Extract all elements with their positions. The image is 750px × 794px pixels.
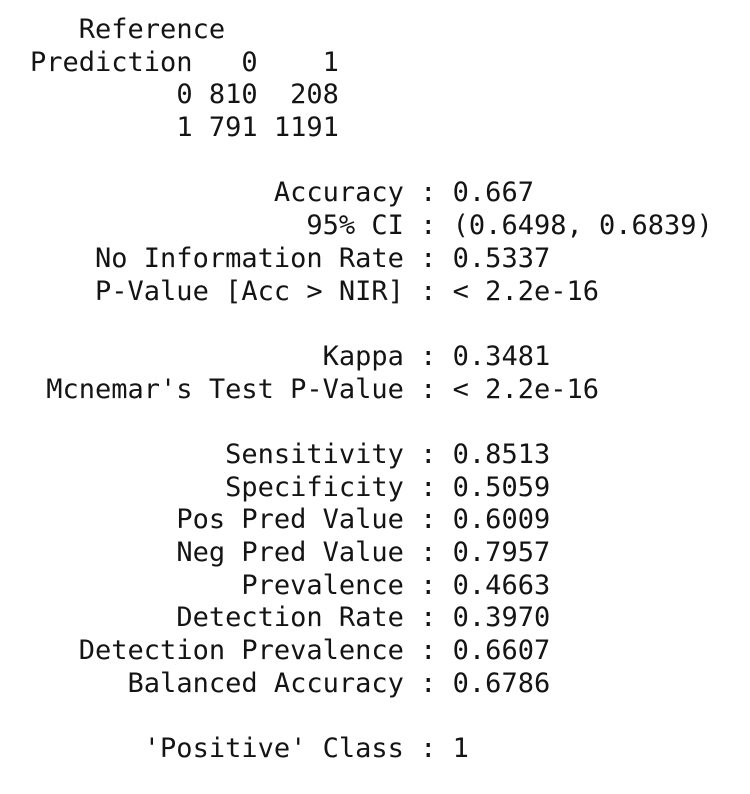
stat-line: Specificity : 0.5059 xyxy=(225,471,551,503)
stat-value: 0.3481 xyxy=(452,340,551,372)
stat-value: 0.7957 xyxy=(452,537,551,568)
stat-line: 95% CI : (0.6498, 0.6839) xyxy=(306,210,713,242)
stat-label: No Information Rate xyxy=(95,242,404,274)
stat-line: No Information Rate : 0.5337 xyxy=(95,242,551,274)
stat-label: 'Positive' Class xyxy=(143,733,404,765)
r-console-output: Reference Prediction 0 1 0 810 208 1 791 … xyxy=(30,14,713,766)
stat-line: Neg Pred Value : 0.7957 xyxy=(176,537,551,568)
prediction-label: Prediction xyxy=(30,46,193,78)
matrix-reference-header: Reference xyxy=(30,14,713,47)
stat-label: Pos Pred Value xyxy=(176,504,404,536)
stat-line: Accuracy : 0.667 xyxy=(273,177,534,209)
stat-value: < 2.2e-16 xyxy=(452,373,599,405)
stat-line: Mcnemar's Test P-Value : < 2.2e-16 xyxy=(46,373,599,405)
stat-label: Sensitivity xyxy=(225,438,404,470)
reference-label: Reference xyxy=(78,14,226,45)
stat-line: Prevalence : 0.4663 xyxy=(241,569,551,601)
stat-line: Balanced Accuracy : 0.6786 xyxy=(127,667,551,699)
stat-value: (0.6498, 0.6839) xyxy=(452,210,713,242)
stat-line: Kappa : 0.3481 xyxy=(322,340,551,372)
stat-label: Prevalence xyxy=(241,569,404,601)
stat-line: Pos Pred Value : 0.6009 xyxy=(176,504,551,536)
stat-value: 0.8513 xyxy=(452,438,551,470)
stat-line: Detection Rate : 0.3970 xyxy=(176,602,551,634)
matrix-column-header: Prediction 0 1 xyxy=(30,47,713,80)
stat-label: Specificity xyxy=(225,471,404,503)
stat-value: 1 xyxy=(452,733,469,765)
stat-label: Accuracy xyxy=(273,177,404,209)
stat-label: Detection Prevalence xyxy=(78,635,404,667)
stat-value: 0.3970 xyxy=(452,602,551,634)
stat-value: 0.5337 xyxy=(452,242,551,274)
reference-level: 1 xyxy=(322,46,339,78)
stat-label: 95% CI xyxy=(306,210,404,242)
stat-value: 0.667 xyxy=(452,177,534,209)
matrix-row: 1 791 1191 xyxy=(30,112,713,145)
stat-value: 0.6607 xyxy=(452,635,551,667)
stat-value: 0.6786 xyxy=(452,667,551,699)
prediction-level: 0 xyxy=(176,79,193,111)
stat-line: Sensitivity : 0.8513 xyxy=(225,438,551,470)
stat-line: P-Value [Acc > NIR] : < 2.2e-16 xyxy=(95,275,599,307)
stat-label: Detection Rate xyxy=(176,602,404,634)
stat-label: Neg Pred Value xyxy=(176,537,404,568)
stat-value: 0.4663 xyxy=(452,569,551,601)
stat-label: Mcnemar's Test P-Value xyxy=(46,373,404,405)
stat-line: 'Positive' Class : 1 xyxy=(143,733,469,765)
matrix-cell: 791 xyxy=(208,112,258,144)
prediction-level: 1 xyxy=(176,112,193,144)
reference-level: 0 xyxy=(241,46,258,78)
stat-line: Detection Prevalence : 0.6607 xyxy=(78,635,551,667)
matrix-row: 0 810 208 xyxy=(30,79,713,112)
stat-value: 0.6009 xyxy=(452,504,551,536)
stat-value: 0.5059 xyxy=(452,471,551,503)
stat-label: Kappa xyxy=(322,340,404,372)
stat-label: Balanced Accuracy xyxy=(127,667,404,699)
stat-label: P-Value [Acc > NIR] xyxy=(95,275,404,307)
matrix-cell: 1191 xyxy=(273,112,339,144)
matrix-cell: 810 xyxy=(208,79,258,111)
stat-value: < 2.2e-16 xyxy=(452,275,599,307)
matrix-cell: 208 xyxy=(290,79,339,111)
